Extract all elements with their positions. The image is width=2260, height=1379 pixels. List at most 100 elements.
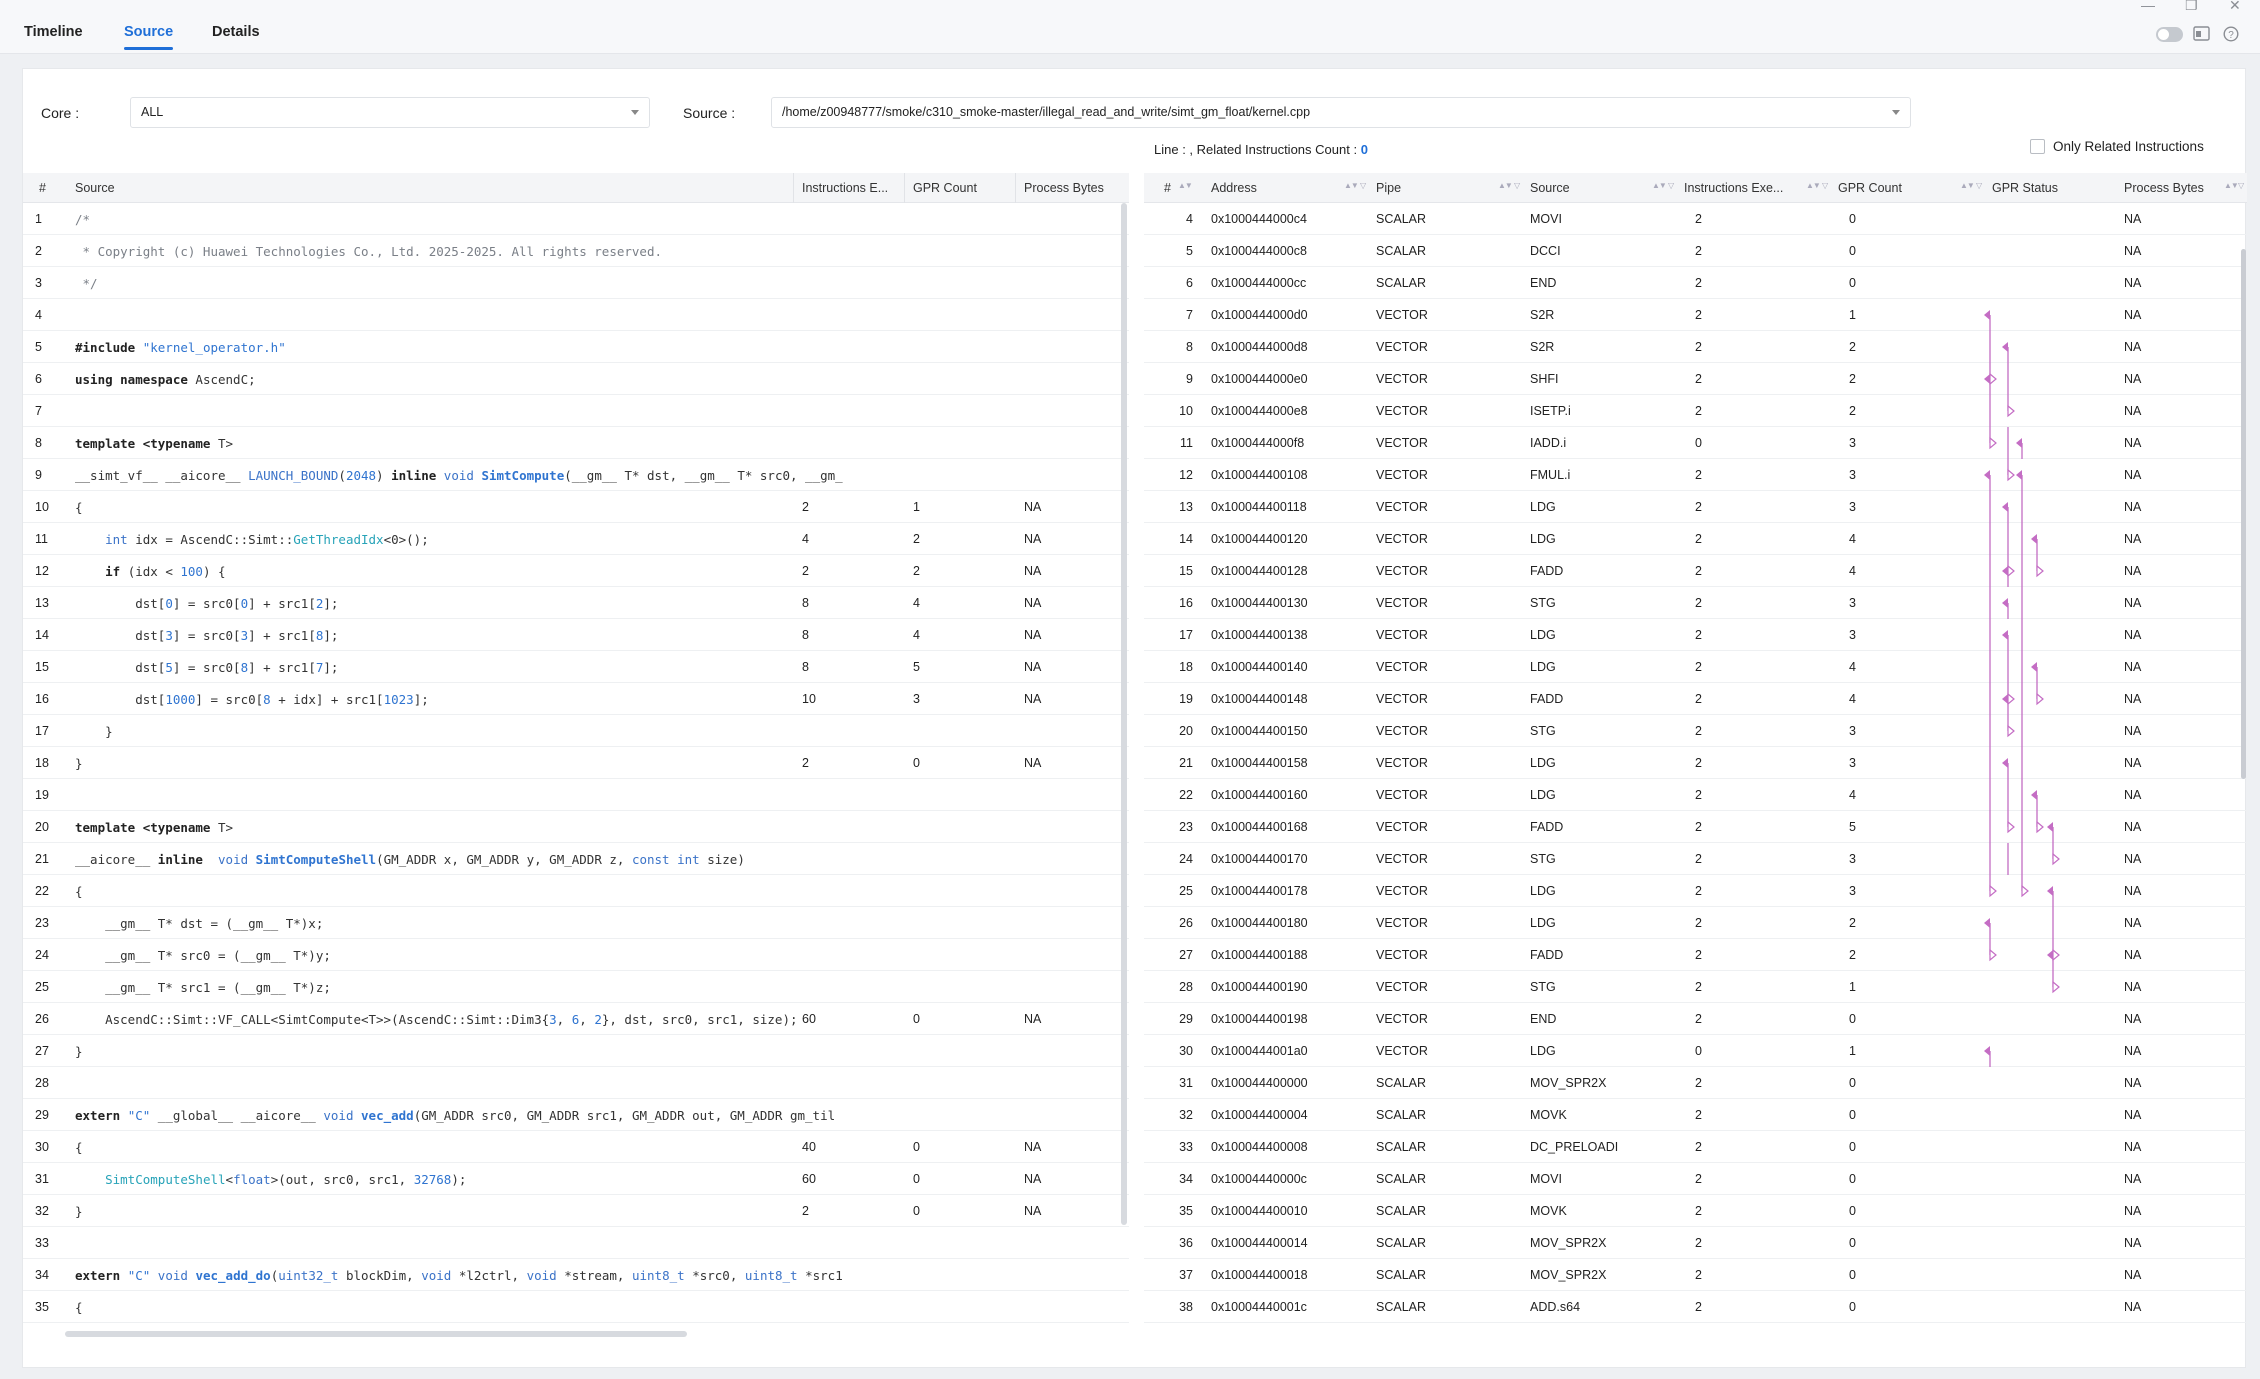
window-icon[interactable] (2193, 26, 2210, 42)
source-line[interactable]: 3 */ (23, 267, 1129, 299)
col-gpr-count[interactable]: GPR Count (913, 181, 977, 195)
col-source[interactable]: Source (1530, 181, 1570, 195)
instruction-row[interactable]: 13 0x100044400118 VECTOR LDG 2 3 NA (1144, 491, 2247, 523)
instruction-row[interactable]: 14 0x100044400120 VECTOR LDG 2 4 NA (1144, 523, 2247, 555)
instruction-row[interactable]: 23 0x100044400168 VECTOR FADD 2 5 NA (1144, 811, 2247, 843)
sort-icon[interactable]: ▲▼ (1498, 181, 1513, 190)
source-line[interactable]: 30 {40 0 NA (23, 1131, 1129, 1163)
source-line[interactable]: 13 dst[0] = src0[0] + src1[2]; 8 4 NA (23, 587, 1129, 619)
source-line[interactable]: 33 (23, 1227, 1129, 1259)
instruction-row[interactable]: 19 0x100044400148 VECTOR FADD 2 4 NA (1144, 683, 2247, 715)
source-line[interactable]: 6 using namespace AscendC; (23, 363, 1129, 395)
instruction-row[interactable]: 36 0x100044400014 SCALAR MOV_SPR2X 2 0 NA (1144, 1227, 2247, 1259)
source-line[interactable]: 14 dst[3] = src0[3] + src1[8]; 8 4 NA (23, 619, 1129, 651)
instruction-row[interactable]: 20 0x100044400150 VECTOR STG 2 3 NA (1144, 715, 2247, 747)
source-line[interactable]: 22 { (23, 875, 1129, 907)
source-line[interactable]: 8 template <typename T> (23, 427, 1129, 459)
instruction-row[interactable]: 25 0x100044400178 VECTOR LDG 2 3 NA (1144, 875, 2247, 907)
instruction-row[interactable]: 29 0x100044400198 VECTOR END 2 0 NA (1144, 1003, 2247, 1035)
source-line[interactable]: 31 SimtComputeShell<float>(out, src0, sr… (23, 1163, 1129, 1195)
source-select[interactable]: /home/z00948777/smoke/c310_smoke-master/… (771, 97, 1911, 128)
filter-icon[interactable]: ▽ (1514, 181, 1520, 190)
source-line[interactable]: 29 extern "C" __global__ __aicore__ void … (23, 1099, 1129, 1131)
source-line[interactable]: 20 template <typename T> (23, 811, 1129, 843)
source-line[interactable]: 12 if (idx < 100) {2 2 NA (23, 555, 1129, 587)
instruction-row[interactable]: 7 0x1000444000d0 VECTOR S2R 2 1 NA (1144, 299, 2247, 331)
source-line[interactable]: 28 (23, 1067, 1129, 1099)
core-select[interactable]: ALL (130, 97, 650, 128)
only-related-checkbox[interactable] (2030, 139, 2045, 154)
tab-timeline[interactable]: Timeline (24, 24, 83, 40)
source-line[interactable]: 25 __gm__ T* src1 = (__gm__ T*)z; (23, 971, 1129, 1003)
col-process-bytes[interactable]: Process Bytes (2124, 181, 2204, 195)
filter-icon[interactable]: ▽ (1668, 181, 1674, 190)
instruction-vertical-scrollbar[interactable] (2241, 249, 2246, 779)
tab-source[interactable]: Source (124, 24, 174, 50)
theme-toggle[interactable] (2156, 27, 2183, 42)
instruction-row[interactable]: 32 0x100044400004 SCALAR MOVK 2 0 NA (1144, 1099, 2247, 1131)
instruction-row[interactable]: 16 0x100044400130 VECTOR STG 2 3 NA (1144, 587, 2247, 619)
restore-icon[interactable]: ❐ (2185, 0, 2198, 12)
source-line[interactable]: 27} (23, 1035, 1129, 1067)
instruction-row[interactable]: 18 0x100044400140 VECTOR LDG 2 4 NA (1144, 651, 2247, 683)
source-line[interactable]: 34 extern "C" void vec_add_do(uint32_t bl… (23, 1259, 1129, 1291)
minimize-icon[interactable]: — (2141, 0, 2155, 12)
filter-icon[interactable]: ▽ (2238, 181, 2244, 190)
col-instructions-executed[interactable]: Instructions E... (802, 181, 888, 195)
instruction-row[interactable]: 24 0x100044400170 VECTOR STG 2 3 NA (1144, 843, 2247, 875)
instruction-row[interactable]: 38 0x10004440001c SCALAR ADD.s64 2 0 NA (1144, 1291, 2247, 1323)
instruction-row[interactable]: 17 0x100044400138 VECTOR LDG 2 3 NA (1144, 619, 2247, 651)
col-gpr-status[interactable]: GPR Status (1992, 181, 2058, 195)
instruction-row[interactable]: 10 0x1000444000e8 VECTOR ISETP.i 2 2 NA (1144, 395, 2247, 427)
source-line[interactable]: 2 * Copyright (c) Huawei Technologies Co… (23, 235, 1129, 267)
instruction-row[interactable]: 12 0x100044400108 VECTOR FMUL.i 2 3 NA (1144, 459, 2247, 491)
source-line[interactable]: 23 __gm__ T* dst = (__gm__ T*)x; (23, 907, 1129, 939)
instruction-row[interactable]: 5 0x1000444000c8 SCALAR DCCI 2 0 NA (1144, 235, 2247, 267)
sort-icon[interactable]: ▲▼ (1652, 181, 1667, 190)
instruction-row[interactable]: 15 0x100044400128 VECTOR FADD 2 4 NA (1144, 555, 2247, 587)
source-line[interactable]: 5 #include "kernel_operator.h" (23, 331, 1129, 363)
instruction-row[interactable]: 28 0x100044400190 VECTOR STG 2 1 NA (1144, 971, 2247, 1003)
instruction-row[interactable]: 33 0x100044400008 SCALAR DC_PRELOADI 2 0 NA (1144, 1131, 2247, 1163)
source-line[interactable]: 9 __simt_vf__ __aicore__ LAUNCH_BOUND(204… (23, 459, 1129, 491)
instruction-row[interactable]: 34 0x10004440000c SCALAR MOVI 2 0 NA (1144, 1163, 2247, 1195)
instruction-row[interactable]: 22 0x100044400160 VECTOR LDG 2 4 NA (1144, 779, 2247, 811)
source-horizontal-scrollbar[interactable] (65, 1331, 687, 1337)
instruction-row[interactable]: 6 0x1000444000cc SCALAR END 2 0 NA (1144, 267, 2247, 299)
source-line[interactable]: 17 } (23, 715, 1129, 747)
source-line[interactable]: 10 {2 1 NA (23, 491, 1129, 523)
source-line[interactable]: 1 /* (23, 203, 1129, 235)
instruction-row[interactable]: 35 0x100044400010 SCALAR MOVK 2 0 NA (1144, 1195, 2247, 1227)
source-line[interactable]: 15 dst[5] = src0[8] + src1[7]; 8 5 NA (23, 651, 1129, 683)
sort-icon[interactable]: ▲▼ (1178, 181, 1193, 190)
col-address[interactable]: Address (1211, 181, 1257, 195)
close-icon[interactable]: ✕ (2229, 0, 2241, 12)
help-icon[interactable]: ? (2223, 26, 2239, 42)
instruction-row[interactable]: 31 0x100044400000 SCALAR MOV_SPR2X 2 0 NA (1144, 1067, 2247, 1099)
instruction-row[interactable]: 8 0x1000444000d8 VECTOR S2R 2 2 NA (1144, 331, 2247, 363)
source-line[interactable]: 26 AscendC::Simt::VF_CALL<SimtCompute<T>… (23, 1003, 1129, 1035)
source-line[interactable]: 11 int idx = AscendC::Simt::GetThreadIdx… (23, 523, 1129, 555)
col-gpr-count[interactable]: GPR Count (1838, 181, 1902, 195)
sort-icon[interactable]: ▲▼ (1960, 181, 1975, 190)
source-line[interactable]: 7 (23, 395, 1129, 427)
col-process-bytes[interactable]: Process Bytes (1024, 181, 1104, 195)
instruction-row[interactable]: 30 0x1000444001a0 VECTOR LDG 0 1 NA (1144, 1035, 2247, 1067)
filter-icon[interactable]: ▽ (1822, 181, 1828, 190)
instruction-row[interactable]: 37 0x100044400018 SCALAR MOV_SPR2X 2 0 NA (1144, 1259, 2247, 1291)
instruction-row[interactable]: 4 0x1000444000c4 SCALAR MOVI 2 0 NA (1144, 203, 2247, 235)
instruction-row[interactable]: 11 0x1000444000f8 VECTOR IADD.i 0 3 NA (1144, 427, 2247, 459)
source-line[interactable]: 16 dst[1000] = src0[8 + idx] + src1[1023… (23, 683, 1129, 715)
col-instructions-executed[interactable]: Instructions Exe... (1684, 181, 1783, 195)
sort-icon[interactable]: ▲▼ (1806, 181, 1821, 190)
filter-icon[interactable]: ▽ (1360, 181, 1366, 190)
source-line[interactable]: 19 (23, 779, 1129, 811)
instruction-row[interactable]: 26 0x100044400180 VECTOR LDG 2 2 NA (1144, 907, 2247, 939)
source-line[interactable]: 32} 2 0 NA (23, 1195, 1129, 1227)
instruction-row[interactable]: 9 0x1000444000e0 VECTOR SHFI 2 2 NA (1144, 363, 2247, 395)
instruction-row[interactable]: 21 0x100044400158 VECTOR LDG 2 3 NA (1144, 747, 2247, 779)
source-line[interactable]: 21 __aicore__ inline void SimtComputeShel… (23, 843, 1129, 875)
sort-icon[interactable]: ▲▼ (1344, 181, 1359, 190)
filter-icon[interactable]: ▽ (1976, 181, 1982, 190)
tab-details[interactable]: Details (212, 24, 260, 40)
